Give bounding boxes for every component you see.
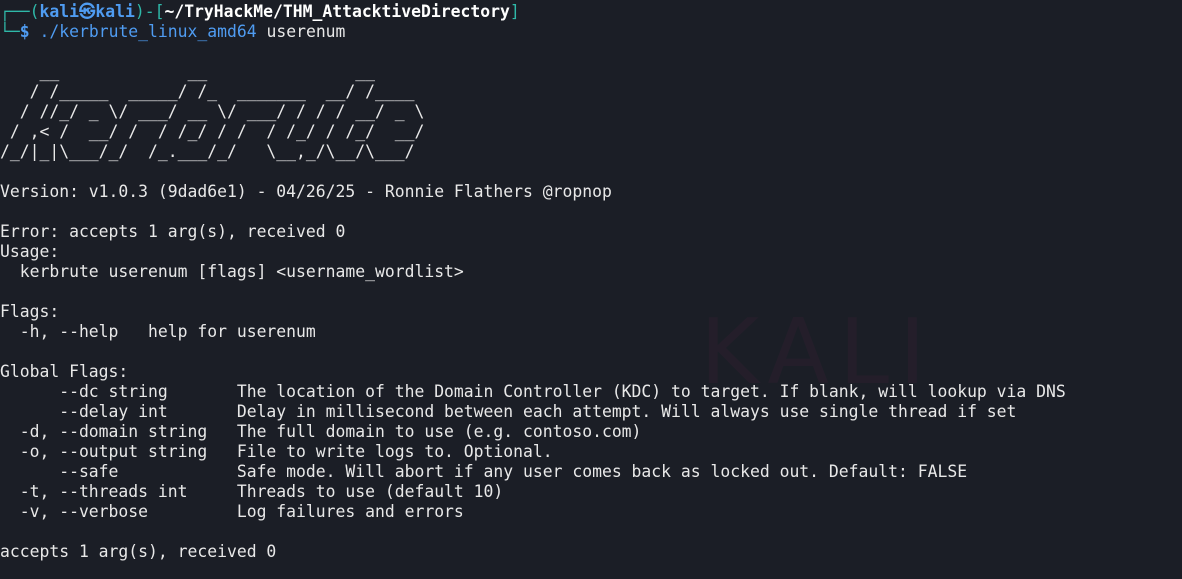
ascii-banner: __ __ __ / /_____ _____/ /_ _______ __/ …	[0, 62, 1066, 162]
prompt-host: kali	[95, 2, 135, 21]
prompt-cwd: ~/TryHackMe/THM_AttacktiveDirectory	[164, 2, 510, 21]
banner-line: __ __ __	[0, 62, 425, 81]
prompt-user: kali	[39, 2, 79, 21]
output-line: --delay int Delay in millisecond between…	[0, 402, 1017, 421]
output-line: -o, --output string File to write logs t…	[0, 442, 553, 461]
output-line: accepts 1 arg(s), received 0	[0, 542, 277, 561]
banner-line: / ,< / __/ / / /_/ / / / /_/ / /_/ __/	[0, 122, 425, 141]
terminal-output[interactable]: ┌──(kali㉿kali)-[~/TryHackMe/THM_Attackti…	[0, 2, 1066, 562]
output-line: kerbrute userenum [flags] <username_word…	[0, 262, 464, 281]
output-line: -v, --verbose Log failures and errors	[0, 502, 464, 521]
output-line: -t, --threads int Threads to use (defaul…	[0, 482, 504, 501]
kali-skull-icon: ㉿	[78, 2, 96, 21]
output-line: Global Flags:	[0, 362, 129, 381]
command-args: userenum	[256, 22, 346, 41]
output-line: Version: v1.0.3 (9dad6e1) - 04/26/25 - R…	[0, 182, 612, 201]
prompt-line-1: ┌──(kali㉿kali)-[~/TryHackMe/THM_Attackti…	[0, 2, 520, 21]
banner-line: / //_/ _ \/ ___/ __ \/ ___/ / / / __/ _ …	[0, 102, 425, 121]
output-line: --dc string The location of the Domain C…	[0, 382, 1066, 401]
output-line: -h, --help help for userenum	[0, 322, 316, 341]
prompt-line-2: └─$ ./kerbrute_linux_amd64 userenum	[0, 22, 346, 41]
command-output: Version: v1.0.3 (9dad6e1) - 04/26/25 - R…	[0, 162, 1066, 562]
banner-line: / /_____ _____/ /_ _______ __/ /____	[0, 82, 425, 101]
command: ./kerbrute_linux_amd64	[39, 22, 257, 41]
output-line: -d, --domain string The full domain to u…	[0, 422, 642, 441]
output-line: Error: accepts 1 arg(s), received 0	[0, 222, 346, 241]
output-line: Usage:	[0, 242, 60, 261]
output-line: Flags:	[0, 302, 60, 321]
output-line: --safe Safe mode. Will abort if any user…	[0, 462, 968, 481]
banner-line: /_/|_|\___/_/ /_.___/_/ \__,_/\__/\___/	[0, 142, 425, 161]
